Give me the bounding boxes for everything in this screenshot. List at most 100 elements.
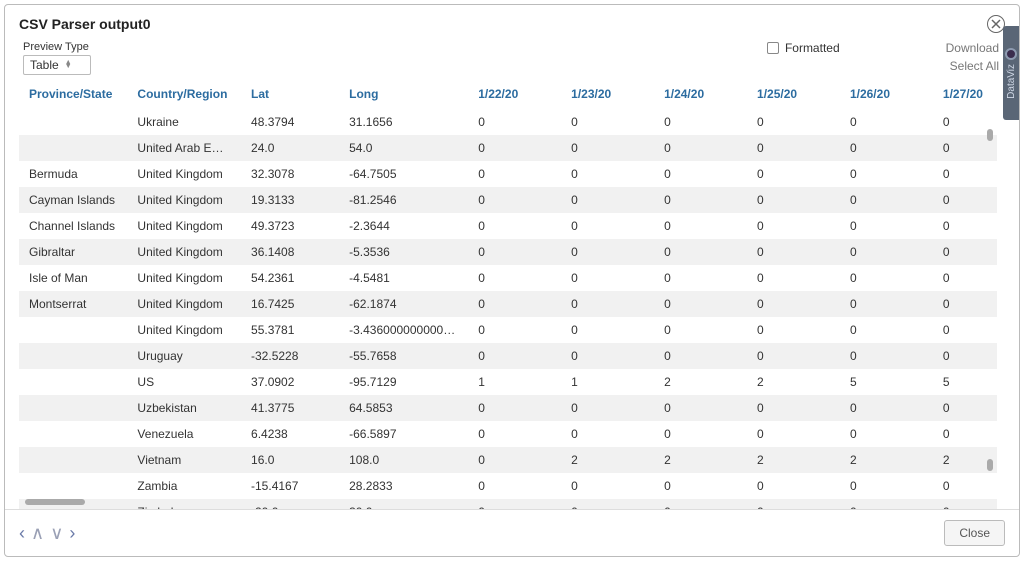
table-cell: 0: [747, 265, 840, 291]
vertical-scrollbar[interactable]: [987, 129, 993, 491]
table-cell: 0: [747, 213, 840, 239]
table-cell: 2: [654, 447, 747, 473]
column-header[interactable]: Long: [339, 81, 468, 109]
table-cell: 0: [840, 265, 933, 291]
table-cell: -81.2546: [339, 187, 468, 213]
table-cell: 41.3775: [241, 395, 339, 421]
table-cell: 0: [747, 343, 840, 369]
page-first-icon[interactable]: ‹: [19, 524, 25, 542]
table-cell: 24.0: [241, 135, 339, 161]
table-row[interactable]: Ukraine48.379431.1656000000: [19, 109, 997, 135]
table-cell: -2.3644: [339, 213, 468, 239]
table-row[interactable]: Zambia-15.416728.2833000000: [19, 473, 997, 499]
table-cell: 0: [561, 317, 654, 343]
table-cell: 2: [747, 447, 840, 473]
column-header[interactable]: 1/23/20: [561, 81, 654, 109]
table-row[interactable]: United Arab Emira...24.054.0000000: [19, 135, 997, 161]
page-last-icon[interactable]: ›: [69, 524, 75, 542]
table-cell: 0: [840, 473, 933, 499]
chevron-updown-icon: ▲▼: [65, 61, 72, 69]
table-cell: 0: [747, 473, 840, 499]
table-cell: Isle of Man: [19, 265, 127, 291]
table-cell: 0: [561, 343, 654, 369]
table-cell: 0: [561, 109, 654, 135]
table-cell: 0: [747, 421, 840, 447]
table-cell: US: [127, 369, 241, 395]
table-row[interactable]: Vietnam16.0108.0022222: [19, 447, 997, 473]
modal-dialog: CSV Parser output0 Preview Type Table ▲▼…: [4, 4, 1020, 557]
table-row[interactable]: Uzbekistan41.377564.5853000000: [19, 395, 997, 421]
table-cell: 0: [468, 213, 561, 239]
table-row[interactable]: Isle of ManUnited Kingdom54.2361-4.54810…: [19, 265, 997, 291]
scroll-thumb[interactable]: [987, 459, 993, 471]
table-cell: 0: [747, 161, 840, 187]
column-header[interactable]: 1/26/20: [840, 81, 933, 109]
table-cell: 0: [468, 187, 561, 213]
dataviz-icon: [1005, 48, 1017, 60]
table-row[interactable]: BermudaUnited Kingdom32.3078-64.75050000…: [19, 161, 997, 187]
table-cell: 0: [468, 161, 561, 187]
table-row[interactable]: GibraltarUnited Kingdom36.1408-5.3536000…: [19, 239, 997, 265]
table-cell: 2: [840, 447, 933, 473]
table-cell: 0: [468, 317, 561, 343]
table-cell: [19, 421, 127, 447]
table-row[interactable]: United Kingdom55.3781-3.43600000000000..…: [19, 317, 997, 343]
page-next-icon[interactable]: ∨: [50, 524, 63, 542]
scroll-thumb[interactable]: [987, 129, 993, 141]
table-cell: 0: [561, 499, 654, 509]
table-row[interactable]: Cayman IslandsUnited Kingdom19.3133-81.2…: [19, 187, 997, 213]
table-row[interactable]: Venezuela6.4238-66.5897000000: [19, 421, 997, 447]
table-cell: 0: [654, 499, 747, 509]
column-header[interactable]: 1/25/20: [747, 81, 840, 109]
table-cell: 0: [933, 499, 997, 509]
table-container: Province/StateCountry/RegionLatLong1/22/…: [19, 81, 997, 509]
table-cell: [19, 369, 127, 395]
table-cell: 0: [840, 213, 933, 239]
table-cell: Venezuela: [127, 421, 241, 447]
table-cell: 31.1656: [339, 109, 468, 135]
table-row[interactable]: Channel IslandsUnited Kingdom49.3723-2.3…: [19, 213, 997, 239]
table-cell: United Kingdom: [127, 291, 241, 317]
table-cell: 0: [654, 395, 747, 421]
horizontal-scrollbar[interactable]: [25, 499, 85, 505]
close-button[interactable]: Close: [944, 520, 1005, 546]
table-cell: 0: [561, 213, 654, 239]
column-header[interactable]: Lat: [241, 81, 339, 109]
table-row[interactable]: Zimbabwe-20.030.0000000: [19, 499, 997, 509]
table-cell: 16.7425: [241, 291, 339, 317]
dataviz-tab[interactable]: DataViz: [1003, 26, 1019, 120]
toolbar: Preview Type Table ▲▼ Formatted Download…: [5, 37, 1019, 81]
table-cell: 0: [747, 135, 840, 161]
table-cell: 0: [654, 421, 747, 447]
table-cell: [19, 447, 127, 473]
download-link[interactable]: Download: [946, 41, 999, 55]
table-cell: 0: [468, 135, 561, 161]
column-header[interactable]: 1/24/20: [654, 81, 747, 109]
table-cell: 0: [747, 395, 840, 421]
table-cell: 108.0: [339, 447, 468, 473]
table-cell: 0: [840, 395, 933, 421]
table-row[interactable]: US37.0902-95.7129112255: [19, 369, 997, 395]
table-cell: 0: [840, 421, 933, 447]
table-cell: 0: [747, 109, 840, 135]
table-cell: Uzbekistan: [127, 395, 241, 421]
table-cell: 0: [561, 265, 654, 291]
page-prev-icon[interactable]: ∧: [31, 524, 44, 542]
table-row[interactable]: Uruguay-32.5228-55.7658000000: [19, 343, 997, 369]
table-cell: 0: [654, 265, 747, 291]
table-cell: 48.3794: [241, 109, 339, 135]
table-cell: 0: [654, 187, 747, 213]
table-cell: [19, 135, 127, 161]
formatted-checkbox[interactable]: [767, 42, 779, 54]
column-header[interactable]: 1/27/20: [933, 81, 997, 109]
table-cell: 0: [561, 187, 654, 213]
select-all-link[interactable]: Select All: [950, 59, 999, 73]
table-row[interactable]: MontserratUnited Kingdom16.7425-62.18740…: [19, 291, 997, 317]
table-cell: 64.5853: [339, 395, 468, 421]
column-header[interactable]: Province/State: [19, 81, 127, 109]
column-header[interactable]: 1/22/20: [468, 81, 561, 109]
column-header[interactable]: Country/Region: [127, 81, 241, 109]
table-cell: 0: [840, 317, 933, 343]
table-cell: -32.5228: [241, 343, 339, 369]
preview-type-select[interactable]: Table ▲▼: [23, 55, 91, 75]
